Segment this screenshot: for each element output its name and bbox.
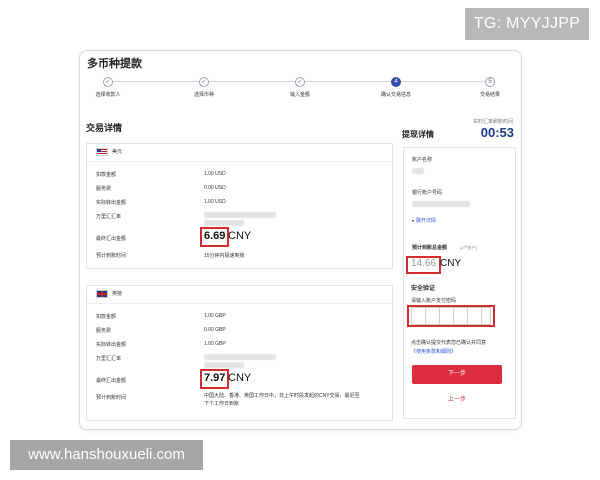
rate-refresh-label: 实时汇率刷新时间	[472, 119, 513, 125]
total-note: (2个账户)	[460, 245, 477, 250]
step-label: 交易结果	[479, 92, 500, 98]
gbp-detail-pane: 英镑 扣款金额 1.00 GBP 服务费 0.00 GBP 实际转出金额 1.0…	[86, 285, 393, 421]
step-number: 4	[391, 77, 401, 87]
total-label: 预计到账总金额	[412, 245, 448, 251]
row-label: 扣款金额	[96, 314, 117, 320]
password-prompt: 请输入账户支付密码	[411, 298, 457, 304]
row-label: 服务费	[96, 186, 112, 192]
pane-header: 英镑	[87, 286, 392, 304]
currency-name: 英镑	[112, 291, 123, 297]
redacted-value	[204, 362, 244, 368]
withdraw-card: 多币种提款 ✓ 选择收款人 ✓ 选择币种 ✓ 输入金额 4 确认交易信息 5 交…	[79, 50, 522, 430]
uk-flag-icon	[96, 289, 108, 298]
next-button[interactable]: 下一步	[412, 365, 502, 384]
countdown-timer: 00:53	[480, 125, 514, 140]
row-value: 中国大陆、香港、英国工作日中，非上午时段发起的CNY交易，最迟至	[204, 393, 360, 399]
row-label: 实际转出金额	[96, 200, 127, 206]
row-value: 1.00 GBP	[204, 341, 226, 347]
step-label: 输入金额	[289, 92, 310, 98]
terms-text: 点击确认提交代表您已确认并同意	[411, 340, 487, 346]
row-label: 服务费	[96, 328, 112, 334]
final-amount: 7.97	[204, 372, 226, 384]
step-label: 选择收款人	[95, 92, 121, 98]
step-2: ✓ 选择币种	[174, 77, 234, 98]
watermark-telegram: TG: MYYJJPP	[465, 8, 589, 40]
expand-details-link[interactable]: ▸ 展开详情	[412, 217, 436, 224]
row-label: 最终汇出金额	[96, 378, 127, 384]
withdraw-title: 提现详情	[402, 130, 434, 139]
row-value: 1.00 USD	[204, 199, 226, 205]
usd-detail-pane: 美元 扣款金额 1.00 USD 服务费 0.00 USD 实际转出金额 1.0…	[86, 143, 393, 269]
total-currency: CNY	[440, 258, 462, 269]
pane-header: 美元	[87, 144, 392, 162]
security-title: 安全验证	[411, 286, 436, 292]
row-value: 0.00 GBP	[204, 327, 226, 333]
us-flag-icon	[96, 147, 108, 156]
progress-stepper: ✓ 选择收款人 ✓ 选择币种 ✓ 输入金额 4 确认交易信息 5 交易结果	[80, 77, 521, 101]
final-currency: CNY	[228, 372, 252, 384]
step-4: 4 确认交易信息	[366, 77, 426, 98]
step-number: 5	[485, 77, 495, 87]
highlight-box	[407, 305, 495, 327]
watermark-site: www.hanshouxueli.com	[10, 440, 203, 470]
row-label: 万里汇汇率	[96, 356, 122, 362]
final-currency: CNY	[228, 230, 252, 242]
row-value: 下个工作日到账	[204, 401, 240, 407]
step-1: ✓ 选择收款人	[78, 77, 138, 98]
check-icon: ✓	[199, 77, 209, 87]
redacted-value	[204, 220, 244, 226]
row-label: 扣款金额	[96, 172, 117, 178]
account-name-label: 账户名称	[412, 157, 433, 163]
terms-link[interactable]: 《使用条款和细则》	[411, 348, 456, 355]
step-label: 选择币种	[193, 92, 214, 98]
prev-button[interactable]: 上一步	[412, 394, 502, 403]
total-amount: 14.66	[411, 258, 437, 269]
row-label: 预计到账时间	[96, 395, 127, 401]
check-icon: ✓	[103, 77, 113, 87]
bank-account-label: 银行账户号码	[412, 190, 443, 196]
step-label: 确认交易信息	[380, 92, 411, 98]
redacted-value	[412, 201, 470, 207]
currency-name: 美元	[112, 149, 123, 155]
row-value: 1.00 GBP	[204, 313, 226, 319]
page-title: 多币种提款	[87, 58, 142, 70]
redacted-value	[204, 212, 276, 218]
row-label: 预计到账时间	[96, 253, 127, 259]
row-value: 1.00 USD	[204, 171, 226, 177]
details-title: 交易详情	[86, 123, 123, 133]
row-label: 万里汇汇率	[96, 214, 122, 220]
step-5: 5 交易结果	[460, 77, 520, 98]
redacted-value	[412, 168, 424, 174]
final-amount: 6.69	[204, 230, 226, 242]
step-3: ✓ 输入金额	[270, 77, 330, 98]
row-value: 0.00 USD	[204, 185, 226, 191]
check-icon: ✓	[295, 77, 305, 87]
row-label: 实际转出金额	[96, 342, 127, 348]
row-value: 15分钟内极速到账	[204, 253, 245, 259]
row-label: 最终汇出金额	[96, 236, 127, 242]
redacted-value	[204, 354, 276, 360]
